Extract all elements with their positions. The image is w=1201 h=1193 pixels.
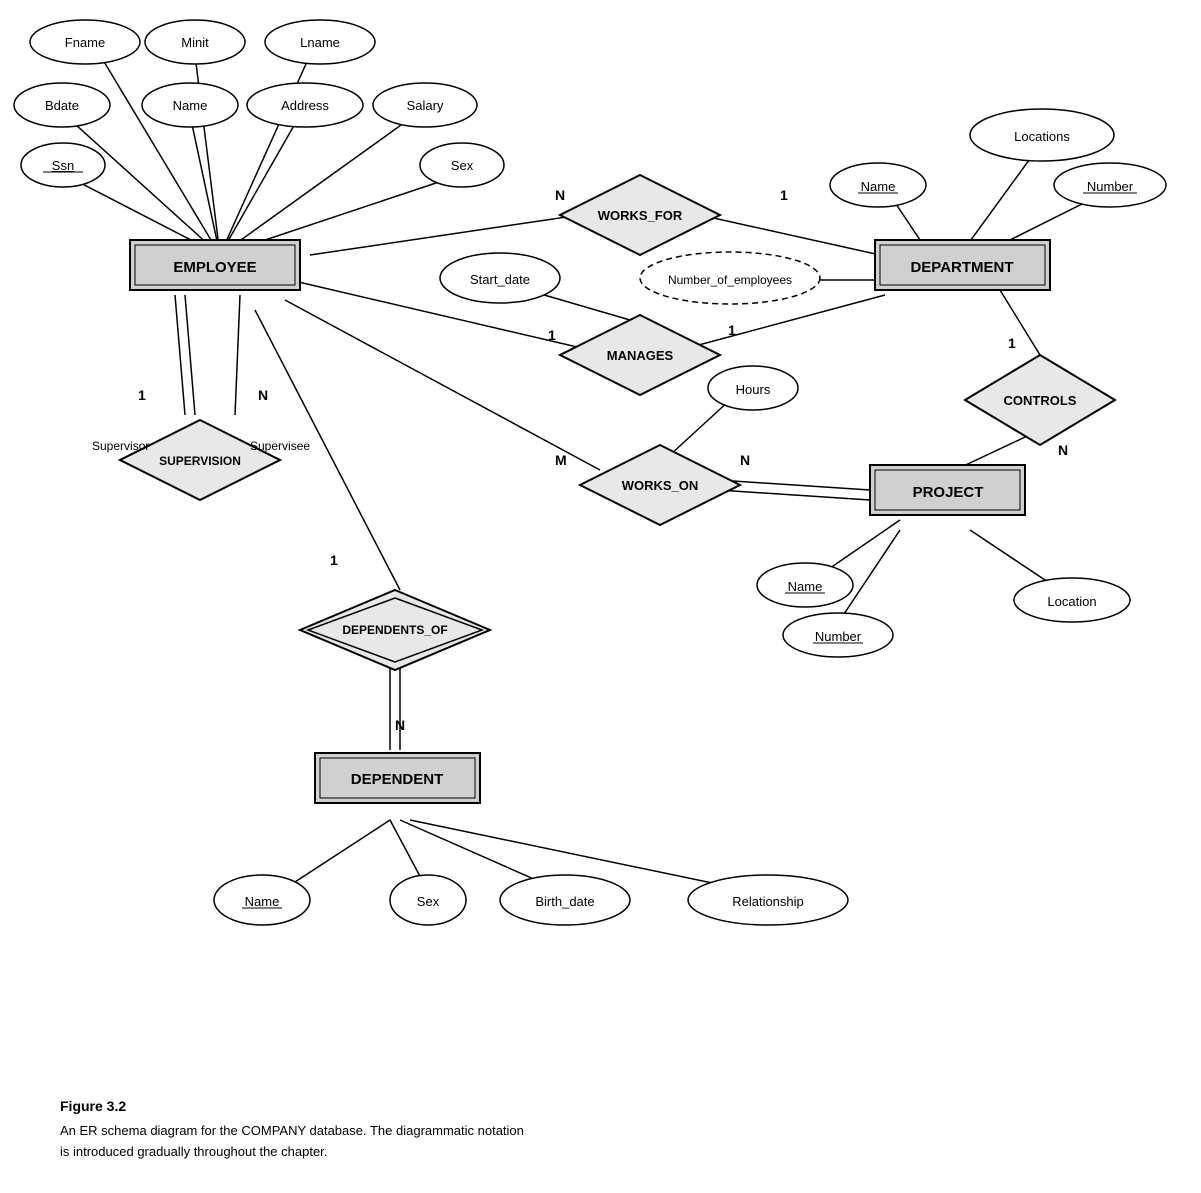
ssn-attr: Ssn: [52, 158, 74, 173]
location-attr: Location: [1047, 594, 1096, 609]
caption-line2: is introduced gradually throughout the c…: [60, 1142, 1201, 1163]
salary-attr: Salary: [407, 98, 444, 113]
manages-1-emp: 1: [548, 327, 556, 343]
works-for-label: WORKS_FOR: [598, 208, 683, 223]
dept-number-attr: Number: [1087, 179, 1134, 194]
proj-number-attr: Number: [815, 629, 862, 644]
controls-n: N: [1058, 442, 1068, 458]
fname-attr: Fname: [65, 35, 105, 50]
proj-name-attr: Name: [788, 579, 823, 594]
bdate-attr: Bdate: [45, 98, 79, 113]
er-diagram: EMPLOYEE DEPARTMENT PROJECT DEPENDENT WO…: [0, 0, 1201, 1090]
supervision-label: SUPERVISION: [159, 454, 241, 468]
works-on-label: WORKS_ON: [622, 478, 699, 493]
supervision-1: 1: [138, 387, 146, 403]
num-employees-attr: Number_of_employees: [668, 273, 792, 287]
lname-attr: Lname: [300, 35, 340, 50]
address-attr: Address: [281, 98, 329, 113]
minit-attr: Minit: [181, 35, 209, 50]
dep-name-attr: Name: [245, 894, 280, 909]
dependents-of-n: N: [395, 717, 405, 733]
works-on-m: M: [555, 452, 567, 468]
caption-line1: An ER schema diagram for the COMPANY dat…: [60, 1121, 1201, 1142]
works-for-1: 1: [780, 187, 788, 203]
dep-birthdate-attr: Birth_date: [535, 894, 594, 909]
dependents-of-1: 1: [330, 552, 338, 568]
controls-1: 1: [1008, 335, 1016, 351]
dep-relationship-attr: Relationship: [732, 894, 804, 909]
dep-sex-attr: Sex: [417, 894, 440, 909]
locations-attr: Locations: [1014, 129, 1070, 144]
project-label: PROJECT: [913, 484, 984, 501]
emp-name-attr: Name: [173, 98, 208, 113]
manages-1-dept: 1: [728, 322, 736, 338]
supervisee-label: Supervisee: [250, 439, 310, 453]
hours-attr: Hours: [736, 382, 771, 397]
manages-label: MANAGES: [607, 348, 674, 363]
emp-sex-attr: Sex: [451, 158, 474, 173]
dependent-label: DEPENDENT: [351, 771, 444, 788]
supervision-n: N: [258, 387, 268, 403]
dependents-of-label: DEPENDENTS_OF: [342, 623, 447, 637]
figure-caption: Figure 3.2 An ER schema diagram for the …: [30, 1080, 1201, 1183]
controls-label: CONTROLS: [1004, 393, 1077, 408]
department-label: DEPARTMENT: [910, 259, 1013, 276]
works-for-n: N: [555, 187, 565, 203]
supervisor-label: Supervisor: [92, 439, 149, 453]
dept-name-attr: Name: [861, 179, 896, 194]
works-on-n: N: [740, 452, 750, 468]
caption-title: Figure 3.2: [60, 1095, 1201, 1117]
employee-label: EMPLOYEE: [173, 259, 256, 276]
start-date-attr: Start_date: [470, 272, 530, 287]
